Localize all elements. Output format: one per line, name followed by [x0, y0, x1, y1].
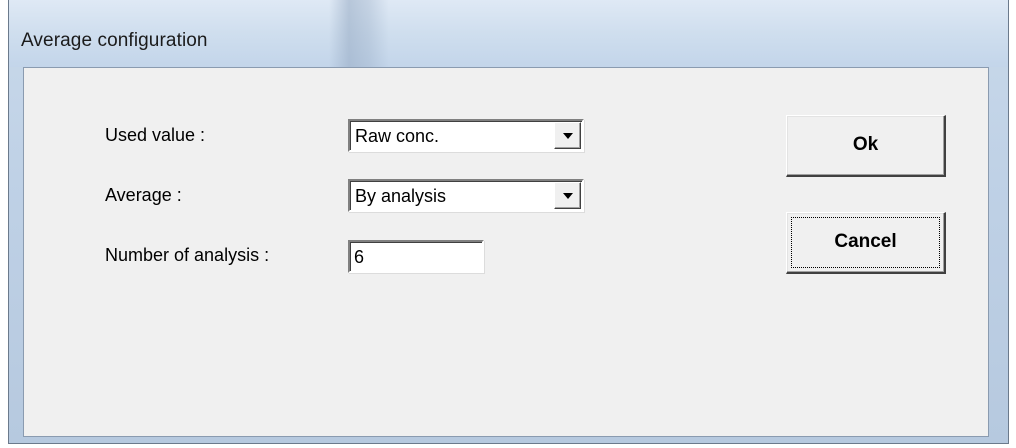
average-dropdown-button[interactable]	[554, 182, 581, 209]
chevron-down-icon	[563, 193, 573, 199]
used-value-dropdown-button[interactable]	[554, 122, 581, 149]
cancel-button[interactable]: Cancel	[786, 212, 946, 274]
title-bar[interactable]: Average configuration	[9, 0, 1008, 67]
number-of-analysis-field[interactable]	[348, 240, 484, 273]
ok-button-label: Ok	[852, 134, 879, 155]
number-of-analysis-label: Number of analysis :	[105, 245, 270, 265]
chevron-down-icon	[563, 133, 573, 139]
dialog-body: Used value : Raw conc. Average : By anal…	[23, 67, 989, 437]
average-dropdown[interactable]: By analysis	[348, 179, 584, 212]
average-label: Average :	[105, 185, 182, 205]
cancel-button-label: Cancel	[834, 231, 897, 252]
used-value-selected: Raw conc.	[355, 126, 440, 146]
used-value-dropdown[interactable]: Raw conc.	[348, 119, 584, 152]
used-value-label: Used value :	[105, 125, 206, 145]
average-selected: By analysis	[355, 186, 447, 206]
number-of-analysis-input[interactable]	[350, 242, 482, 271]
window-title: Average configuration	[21, 30, 208, 51]
dialog-window: Average configuration Used value : Raw c…	[8, 0, 1009, 444]
ok-button[interactable]: Ok	[786, 115, 946, 177]
